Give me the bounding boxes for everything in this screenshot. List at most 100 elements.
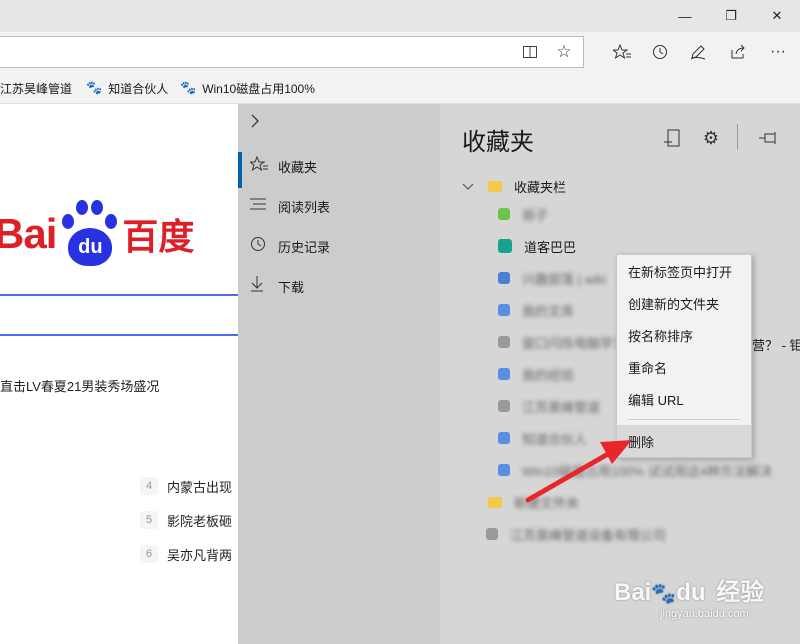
- site-favicon-icon: [498, 464, 510, 476]
- favorite-label: 我的文库: [522, 303, 575, 319]
- site-favicon-icon: [498, 239, 512, 253]
- maximize-button[interactable]: ❐: [708, 0, 754, 32]
- web-notes-pen-icon[interactable]: [680, 36, 716, 68]
- favorites-list-item[interactable]: 江苏昊峰管道设备有限公司: [486, 520, 666, 548]
- folder-icon: [488, 180, 502, 192]
- favorites-bar-item[interactable]: 🐾 知道合伙人: [86, 72, 168, 104]
- favorites-folder-item[interactable]: 新建文件夹: [488, 488, 579, 516]
- hub-nav-label: 收藏夹: [278, 159, 318, 175]
- menu-sort-by-name[interactable]: 按名称排序: [617, 319, 751, 351]
- favorites-list-item[interactable]: 江苏昊峰管道: [498, 392, 600, 420]
- favorite-label: 江苏昊峰管道: [522, 399, 601, 415]
- favorites-bar: 江苏昊峰管道 🐾 知道合伙人 🐾 Win10磁盘占用100%: [0, 72, 800, 104]
- favorite-label: 道客巴巴: [524, 239, 577, 255]
- baidu-jingyan-watermark: Bai🐾du 经验: [614, 579, 765, 606]
- history-icon[interactable]: [642, 36, 678, 68]
- menu-create-folder[interactable]: 创建新的文件夹: [617, 287, 751, 319]
- hub-sidebar: 收藏夹 阅读列表 历史记录 下载: [238, 104, 440, 644]
- baidu-paw-icon: 🐾: [86, 80, 103, 95]
- context-menu: 在新标签页中打开 创建新的文件夹 按名称排序 重命名 编辑 URL 删除: [616, 254, 752, 458]
- hot-search-text: 影院老板砸: [167, 513, 233, 529]
- favorites-bar-item-label: 知道合伙人: [108, 81, 169, 96]
- favorites-bar-item-label: Win10磁盘占用100%: [202, 81, 315, 96]
- favorite-label: 丽子: [522, 207, 549, 223]
- close-button[interactable]: ✕: [754, 0, 800, 32]
- hot-search-item[interactable]: 6 吴亦凡背两: [140, 544, 232, 564]
- site-favicon-icon: [498, 368, 510, 380]
- menu-rename[interactable]: 重命名: [617, 351, 751, 383]
- hub-nav-label: 阅读列表: [278, 199, 331, 215]
- favorites-bar-item[interactable]: 江苏昊峰管道: [0, 72, 72, 104]
- web-page-content: Bai du 百度 直击LV春夏21男装秀场盛况 4 内蒙古出现 5 影院老板砸…: [0, 104, 240, 644]
- logo-latin-text: Bai: [0, 210, 57, 257]
- hub-nav-history[interactable]: 历史记录: [238, 226, 440, 266]
- favorite-label: 新建文件夹: [514, 495, 580, 511]
- pin-pane-icon[interactable]: [754, 124, 782, 152]
- favorite-label: 我的经验: [522, 367, 575, 383]
- site-favicon-icon: [486, 528, 498, 540]
- pane-title: 收藏夹: [462, 129, 534, 156]
- logo-du-text: du: [68, 228, 113, 266]
- reading-view-icon[interactable]: [514, 37, 546, 67]
- favorites-bar-item[interactable]: 🐾 Win10磁盘占用100%: [180, 72, 315, 104]
- site-favicon-icon: [498, 304, 510, 316]
- folder-icon: [488, 496, 502, 508]
- hub-nav-favorites[interactable]: 收藏夹: [238, 146, 440, 188]
- hub-nav-downloads[interactable]: 下载: [238, 266, 440, 306]
- navigation-toolbar: ☆ ···: [0, 32, 800, 72]
- hot-search-text: 吴亦凡背两: [167, 547, 233, 563]
- settings-gear-icon[interactable]: ⚙: [697, 124, 725, 152]
- share-icon[interactable]: [720, 36, 756, 68]
- add-favorite-icon[interactable]: [658, 124, 686, 152]
- hub-nav-reading-list[interactable]: 阅读列表: [238, 186, 440, 226]
- favorites-list-item[interactable]: 兴趣部落 | wiki: [498, 264, 606, 292]
- baidu-paw-logo-icon: du: [58, 198, 120, 270]
- hot-search-item[interactable]: 4 内蒙古出现: [140, 476, 232, 496]
- site-favicon-icon: [498, 272, 510, 284]
- baidu-logo[interactable]: Bai du 百度: [0, 198, 194, 270]
- favorites-list-item[interactable]: 丽子: [498, 200, 548, 228]
- star-list-icon: [238, 155, 278, 176]
- overflow-title-text: 营？ - 钜: [752, 338, 800, 353]
- menu-edit-url[interactable]: 编辑 URL: [617, 383, 751, 415]
- search-input[interactable]: [0, 294, 240, 336]
- more-menu-icon[interactable]: ···: [760, 36, 796, 68]
- add-favorite-star-icon[interactable]: ☆: [548, 37, 580, 67]
- favorite-label: Win10磁盘占用100% 试试用这4种方法解决: [522, 463, 772, 479]
- menu-open-new-tab[interactable]: 在新标签页中打开: [617, 255, 751, 287]
- watermark-url: jingyan.baidu.com: [660, 608, 749, 620]
- menu-separator: [628, 419, 740, 420]
- site-favicon-icon: [498, 336, 510, 348]
- favorites-list-item[interactable]: 我的文库: [498, 296, 574, 324]
- baidu-paw-icon: 🐾: [180, 80, 197, 95]
- favorites-bar-item-label: 江苏昊峰管道: [0, 81, 73, 96]
- favorites-hub-icon[interactable]: [604, 36, 640, 68]
- menu-delete[interactable]: 删除: [617, 425, 751, 457]
- favorite-label: 知道合伙人: [522, 431, 588, 447]
- favorite-label: 兴趣部落 | wiki: [522, 271, 607, 287]
- hot-rank-number: 6: [140, 545, 158, 563]
- pane-divider: [737, 124, 738, 150]
- hot-rank-number: 5: [140, 511, 158, 529]
- favorites-list-item[interactable]: Win10磁盘占用100% 试试用这4种方法解决: [498, 456, 772, 484]
- download-icon: [238, 276, 278, 296]
- minimize-button[interactable]: —: [662, 0, 708, 32]
- favorite-label: 江苏昊峰管道设备有限公司: [510, 527, 667, 543]
- news-headline-link[interactable]: 直击LV春夏21男装秀场盛况: [0, 376, 159, 395]
- expand-chevron-icon[interactable]: [250, 114, 260, 133]
- address-bar[interactable]: ☆: [0, 36, 584, 68]
- site-favicon-icon: [498, 208, 510, 220]
- history-icon: [238, 236, 278, 256]
- favorites-list-item[interactable]: 知道合伙人: [498, 424, 587, 452]
- hot-search-text: 内蒙古出现: [167, 479, 233, 495]
- reading-list-icon: [238, 197, 278, 215]
- hot-search-item[interactable]: 5 影院老板砸: [140, 510, 232, 530]
- title-bar: — ❐ ✕: [0, 0, 800, 32]
- favorites-list-item[interactable]: 我的经验: [498, 360, 574, 388]
- site-favicon-icon: [498, 432, 510, 444]
- favorites-list-item[interactable]: 道客巴巴: [498, 232, 576, 260]
- favorites-folder-root[interactable]: 收藏夹栏: [462, 172, 566, 200]
- chevron-down-icon[interactable]: [462, 179, 474, 194]
- site-favicon-icon: [498, 400, 510, 412]
- logo-chinese-text: 百度: [122, 216, 195, 257]
